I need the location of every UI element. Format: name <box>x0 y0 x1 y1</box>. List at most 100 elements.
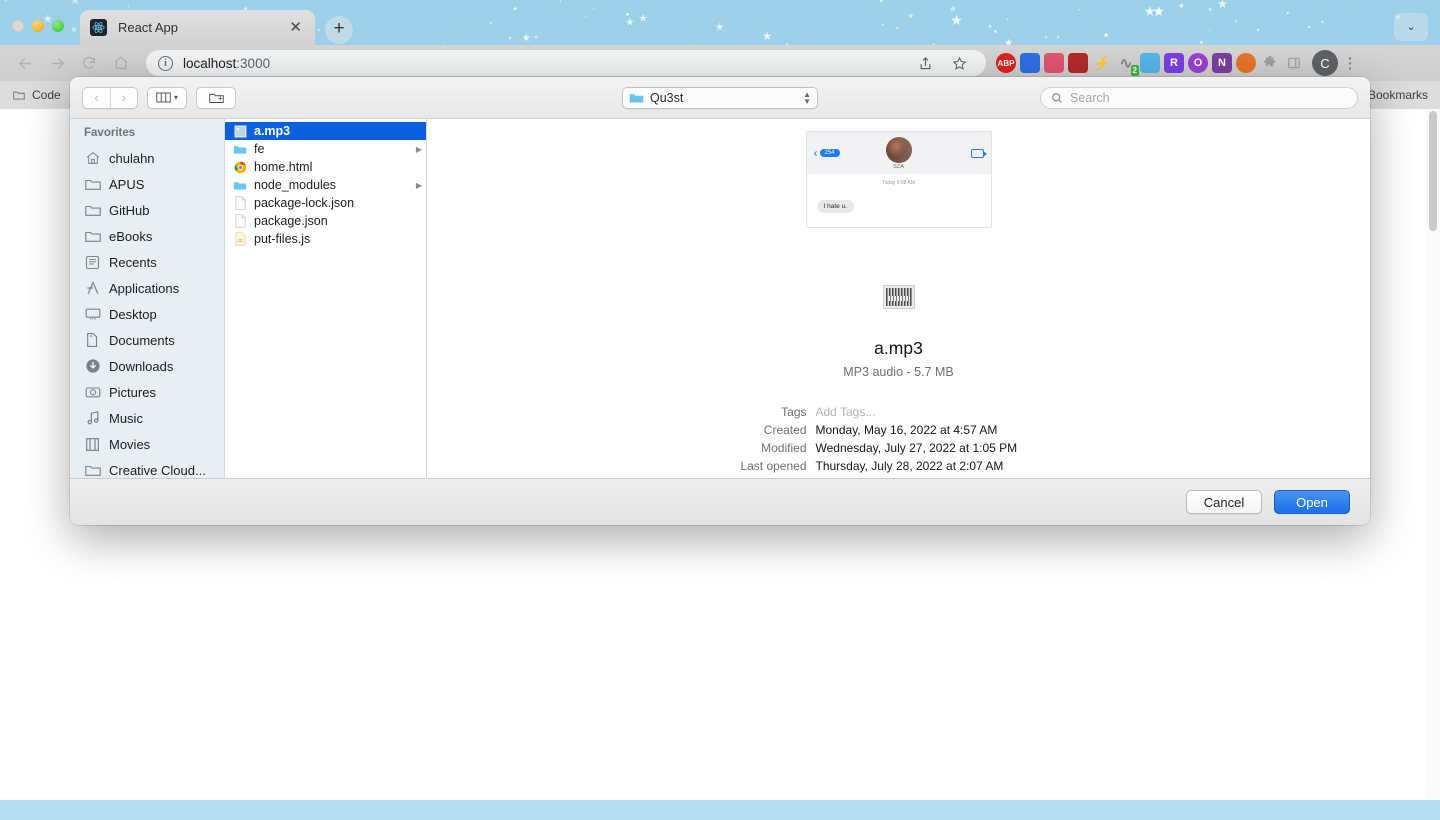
path-label: Qu3st <box>650 90 684 105</box>
file-list-column: a.mp3 fe ▶ home.html node_modules ▶ package-lo… <box>225 119 427 478</box>
adblock-plus-icon[interactable]: ABP <box>996 53 1016 73</box>
image-extension-icon[interactable] <box>1140 53 1160 73</box>
new-tab-button[interactable]: + <box>325 16 353 44</box>
window-controls[interactable] <box>12 20 64 32</box>
puzzle-extensions-icon[interactable] <box>1260 53 1280 73</box>
cancel-button[interactable]: Cancel <box>1186 490 1262 514</box>
file-list-item[interactable]: fe ▶ <box>225 140 426 158</box>
metadata-row: Last opened Thursday, July 28, 2022 at 2:… <box>694 457 1214 475</box>
url-text: localhost:3000 <box>183 56 270 71</box>
file-name: node_modules <box>254 178 337 192</box>
sidebar-item-desktop[interactable]: Desktop <box>70 301 224 327</box>
lightning-extension-icon[interactable]: ⚡ <box>1092 53 1112 73</box>
file-list-item[interactable]: package.json <box>225 212 426 230</box>
grammarly-extension-icon[interactable]: R <box>1164 53 1184 73</box>
file-name: a.mp3 <box>254 124 291 138</box>
metadata-row: Modified Wednesday, July 27, 2022 at 1:05… <box>694 439 1214 457</box>
file-name: put-files.js <box>254 232 311 246</box>
dialog-sidebar: Favorites chulahn APUS GitHub eBooks Recents… <box>70 119 225 478</box>
sidebar-item-apus[interactable]: APUS <box>70 171 224 197</box>
sidebar-item-applications[interactable]: Applications <box>70 275 224 301</box>
close-icon[interactable]: ✕ <box>286 20 305 35</box>
chevron-left-icon[interactable]: ‹ <box>83 88 110 108</box>
forward-arrow-icon[interactable] <box>42 48 72 78</box>
sidebar-item-ebooks[interactable]: eBooks <box>70 223 224 249</box>
documents-icon <box>84 332 101 349</box>
sidebar-item-documents[interactable]: Documents <box>70 327 224 353</box>
chevron-right-icon[interactable]: › <box>110 87 137 108</box>
home-icon[interactable] <box>106 48 136 78</box>
sidebar-item-label: Recents <box>109 254 157 270</box>
chevron-down-icon[interactable]: ⌄ <box>1394 13 1428 41</box>
sidebar-item-recents[interactable]: Recents <box>70 249 224 275</box>
search-input[interactable]: Search <box>1040 86 1358 109</box>
metadata-key: Created <box>763 423 807 437</box>
address-bar[interactable]: i localhost:3000 <box>146 50 986 76</box>
sidebar-item-music[interactable]: Music <box>70 405 224 431</box>
maximize-window-button[interactable] <box>52 20 64 32</box>
share-icon[interactable] <box>910 48 940 78</box>
folder-icon <box>84 228 101 245</box>
back-arrow-icon[interactable] <box>10 48 40 78</box>
sidebar-item-github[interactable]: GitHub <box>70 197 224 223</box>
sidebar-item-creative-cloud[interactable]: Creative Cloud... <box>70 457 224 478</box>
column-view-icon[interactable]: ▾ <box>147 86 187 109</box>
page-scrollbar[interactable] <box>1426 109 1440 800</box>
js-doc-icon: JS <box>233 232 247 246</box>
firefox-extension-icon[interactable] <box>1236 53 1256 73</box>
pink-extension-icon[interactable] <box>1044 53 1064 73</box>
folder-icon <box>84 202 101 219</box>
file-list-item[interactable]: a.mp3 <box>225 122 426 140</box>
onenote-extension-icon[interactable]: N <box>1212 53 1232 73</box>
sidebar-item-movies[interactable]: Movies <box>70 431 224 457</box>
camera-extension-icon[interactable] <box>1020 53 1040 73</box>
music-icon <box>84 410 101 427</box>
new-folder-icon[interactable] <box>196 86 236 109</box>
minimize-window-button[interactable] <box>32 20 44 32</box>
shield-extension-icon[interactable] <box>1068 53 1088 73</box>
file-list-item[interactable]: package-lock.json <box>225 194 426 212</box>
avatar[interactable]: C <box>1312 50 1338 76</box>
bookmark-label: Code <box>32 88 61 102</box>
new-folder-glyph <box>208 93 224 103</box>
info-circle-icon[interactable]: i <box>158 55 173 71</box>
kebab-menu-icon[interactable]: ⋮ <box>1340 54 1360 72</box>
folder-icon <box>233 178 247 192</box>
sidebar-item-downloads[interactable]: Downloads <box>70 353 224 379</box>
recents-icon <box>84 254 101 271</box>
metadata-value[interactable]: Add Tags... <box>816 403 876 421</box>
bookmark-item-code[interactable]: Code <box>12 88 61 102</box>
search-placeholder: Search <box>1070 90 1110 105</box>
stepper-updown-icon[interactable]: ▲ ▼ <box>803 90 811 105</box>
blank-doc-icon <box>233 214 247 228</box>
file-name: package-lock.json <box>254 196 355 210</box>
sidebar-item-pictures[interactable]: Pictures <box>70 379 224 405</box>
close-window-button[interactable] <box>12 20 24 32</box>
open-button[interactable]: Open <box>1274 490 1350 514</box>
sidepanel-icon[interactable] <box>1284 53 1304 73</box>
folder-icon <box>13 91 25 100</box>
sidebar-item-label: GitHub <box>109 202 150 218</box>
chevron-down-icon: ▾ <box>173 93 178 102</box>
path-popup-button[interactable]: Qu3st ▲ ▼ <box>622 86 818 109</box>
audio-file-icon <box>882 285 915 309</box>
sidebar-item-label: Applications <box>109 280 180 296</box>
reload-icon[interactable] <box>74 48 104 78</box>
browser-tab[interactable]: React App ✕ <box>80 10 315 45</box>
sidebar-item-label: Creative Cloud... <box>109 462 206 478</box>
nav-segmented-control[interactable]: ‹ › <box>82 86 138 109</box>
svg-text:JS: JS <box>237 238 242 243</box>
file-list-item[interactable]: node_modules ▶ <box>225 176 426 194</box>
metadata-key: Tags <box>781 405 807 419</box>
circle-extension-icon[interactable]: O <box>1188 53 1208 73</box>
folder-icon <box>629 93 644 102</box>
home-icon <box>84 150 101 167</box>
file-list-item[interactable]: home.html <box>225 158 426 176</box>
sidebar-item-label: Desktop <box>109 306 157 322</box>
sidebar-item-chulahn[interactable]: chulahn <box>70 145 224 171</box>
scrollbar-thumb[interactable] <box>1429 111 1437 231</box>
file-list-item[interactable]: JS put-files.js <box>225 230 426 248</box>
pulse-extension-icon[interactable]: ∿ 2 <box>1116 53 1139 76</box>
star-icon[interactable] <box>944 48 974 78</box>
tab-strip: React App ✕ + ⌄ <box>0 0 1440 45</box>
